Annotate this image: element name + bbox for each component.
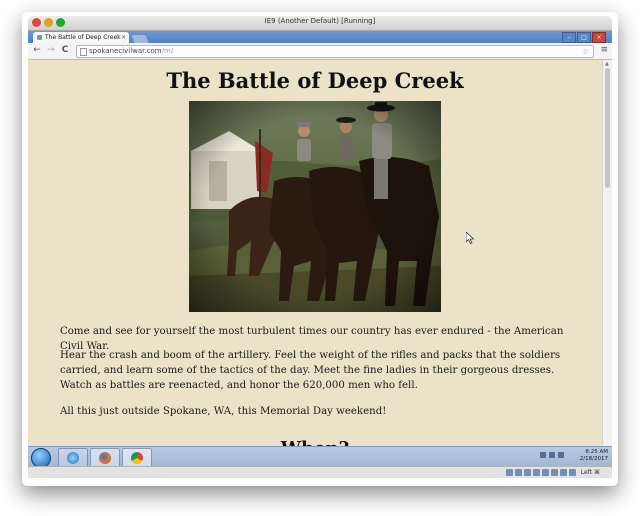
vm-title-bar: IE9 (Another Default) [Running]: [28, 16, 612, 31]
when-heading: When?: [28, 438, 602, 446]
tab-active[interactable]: The Battle of Deep Creek ×: [33, 32, 129, 43]
taskbar-firefox-button[interactable]: [90, 448, 120, 468]
mouse-pointer-icon: [466, 232, 475, 244]
vbox-status-icons: Left ⌘: [505, 469, 600, 476]
close-button[interactable]: ×: [592, 32, 606, 43]
maximize-button[interactable]: □: [577, 32, 591, 43]
window-controls: – □ ×: [562, 32, 606, 43]
bookmark-star-icon[interactable]: ☆: [582, 46, 589, 57]
tray-network-icon[interactable]: [549, 452, 555, 458]
page-title: The Battle of Deep Creek: [166, 68, 464, 93]
tray-flag-icon[interactable]: [540, 452, 546, 458]
vbox-display-icon[interactable]: [550, 469, 558, 476]
taskbar-chrome-button[interactable]: [122, 448, 152, 468]
vbox-host-key: Left ⌘: [580, 469, 600, 476]
page-icon: [80, 48, 87, 56]
chrome-icon: [131, 452, 143, 464]
chrome-tab-strip: The Battle of Deep Creek × – □ ×: [28, 31, 612, 44]
virtualbox-status-bar: Left ⌘: [28, 466, 612, 478]
vbox-mouse-icon[interactable]: [568, 469, 576, 476]
forward-button[interactable]: →: [46, 45, 56, 56]
url-path: /m/: [161, 47, 174, 55]
vbox-capture-icon[interactable]: [559, 469, 567, 476]
vbox-network-icon[interactable]: [532, 469, 540, 476]
reload-button[interactable]: C: [60, 45, 70, 56]
virtualbox-window: IE9 (Another Default) [Running] The Batt…: [28, 16, 612, 478]
windows-start-orb-icon[interactable]: [31, 448, 51, 468]
vbox-disk-icon[interactable]: [505, 469, 513, 476]
page-favicon-icon: [37, 35, 42, 40]
chrome-menu-icon[interactable]: ≡: [600, 45, 608, 56]
system-tray: 8:25 AM 2/18/2017: [540, 449, 608, 465]
minimize-button[interactable]: –: [562, 32, 576, 43]
cavalry-photo-illustration: [189, 101, 441, 312]
tray-time[interactable]: 8:25 AM: [580, 449, 608, 456]
vertical-scrollbar[interactable]: ▲: [602, 60, 612, 446]
vbox-cd-icon[interactable]: [514, 469, 522, 476]
browser-toolbar: ← → C spokanecivilwar.com/m/ ☆ ≡: [28, 43, 612, 60]
tray-date[interactable]: 2/18/2017: [580, 456, 608, 463]
tab-close-icon[interactable]: ×: [121, 32, 126, 43]
tray-volume-icon[interactable]: [558, 452, 564, 458]
details-paragraph: Hear the crash and boom of the artillery…: [60, 350, 561, 391]
internet-explorer-icon: [67, 452, 79, 464]
url-host: spokanecivilwar.com: [89, 47, 162, 55]
vbox-shared-folder-icon[interactable]: [541, 469, 549, 476]
back-button[interactable]: ←: [32, 45, 42, 56]
vbox-usb-icon[interactable]: [523, 469, 531, 476]
taskbar-ie-button[interactable]: [58, 448, 88, 468]
tray-icons: [540, 452, 564, 458]
scroll-up-icon[interactable]: ▲: [605, 61, 609, 67]
vm-window-title: IE9 (Another Default) [Running]: [264, 17, 376, 25]
address-bar[interactable]: spokanecivilwar.com/m/ ☆: [76, 45, 594, 58]
url-text: spokanecivilwar.com/m/: [89, 46, 173, 57]
reenactment-photo: [189, 101, 441, 312]
scrollbar-thumb[interactable]: [605, 68, 610, 188]
page-content: The Battle of Deep Creek Come and see fo…: [28, 60, 602, 446]
tab-title: The Battle of Deep Creek: [45, 34, 121, 41]
windows-taskbar: 8:25 AM 2/18/2017: [28, 446, 612, 468]
location-paragraph: All this just outside Spokane, WA, this …: [60, 406, 387, 417]
firefox-icon: [99, 452, 111, 464]
